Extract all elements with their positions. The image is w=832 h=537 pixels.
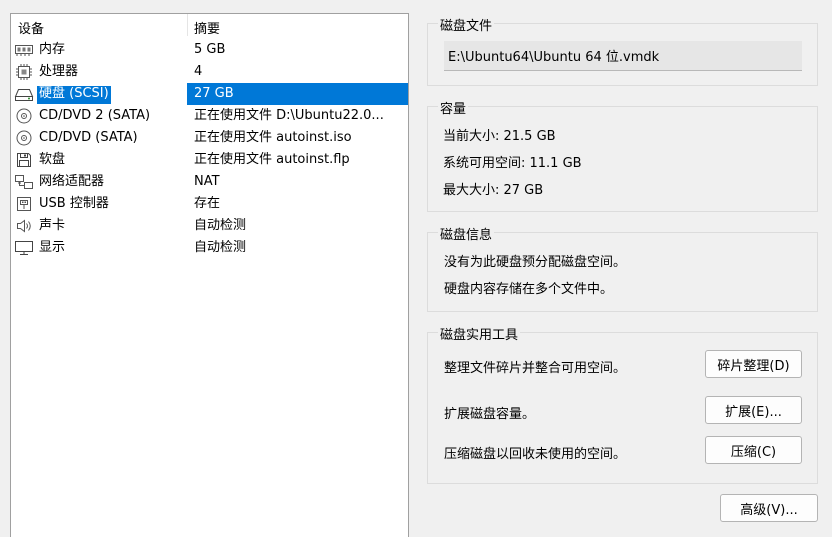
device-row-memory[interactable]: 内存 5 GB bbox=[11, 39, 408, 61]
disk-info-line-1: 没有为此硬盘预分配磁盘空间。 bbox=[444, 255, 627, 270]
cd-dvd-icon bbox=[14, 130, 34, 146]
device-name: 网络适配器 bbox=[39, 174, 105, 189]
disk-utilities-title: 磁盘实用工具 bbox=[438, 324, 521, 343]
device-summary: 5 GB bbox=[194, 42, 226, 57]
column-header-summary[interactable]: 摘要 bbox=[194, 18, 220, 37]
column-separator bbox=[187, 14, 188, 36]
device-list[interactable]: 设备 摘要 内存 5 GB 处理器 4 硬盘 (SCSI) 27 GB CD/D… bbox=[10, 13, 409, 537]
device-summary: 正在使用文件 autoinst.flp bbox=[194, 152, 350, 167]
device-name: 硬盘 (SCSI) bbox=[37, 86, 111, 104]
disk-file-group: 磁盘文件 E:\Ubuntu64\Ubuntu 64 位.vmdk bbox=[427, 15, 818, 86]
hard-disk-icon bbox=[14, 86, 34, 102]
device-name: CD/DVD (SATA) bbox=[39, 130, 138, 145]
floppy-icon bbox=[14, 152, 34, 168]
device-row-network-adapter[interactable]: 网络适配器 NAT bbox=[11, 171, 408, 193]
memory-icon bbox=[14, 42, 34, 58]
device-row-floppy[interactable]: 软盘 正在使用文件 autoinst.flp bbox=[11, 149, 408, 171]
device-row-hard-disk[interactable]: 硬盘 (SCSI) 27 GB bbox=[11, 83, 408, 105]
disk-utilities-group: 磁盘实用工具 整理文件碎片并整合可用空间。 碎片整理(D) 扩展磁盘容量。 扩展… bbox=[427, 324, 818, 484]
disk-file-path-field[interactable]: E:\Ubuntu64\Ubuntu 64 位.vmdk bbox=[444, 41, 802, 71]
capacity-title: 容量 bbox=[438, 98, 469, 117]
free-space-text: 系统可用空间: 11.1 GB bbox=[443, 156, 582, 171]
device-summary: 正在使用文件 autoinst.iso bbox=[194, 130, 352, 145]
expand-description: 扩展磁盘容量。 bbox=[444, 407, 536, 422]
device-name: 软盘 bbox=[39, 152, 66, 167]
device-name: 处理器 bbox=[39, 64, 79, 79]
device-summary: 自动检测 bbox=[194, 240, 247, 255]
monitor-icon bbox=[14, 240, 34, 256]
device-name: 内存 bbox=[39, 42, 66, 57]
compact-button[interactable]: 压缩(C) bbox=[705, 436, 802, 464]
current-size-text: 当前大小: 21.5 GB bbox=[443, 129, 556, 144]
defragment-button[interactable]: 碎片整理(D) bbox=[705, 350, 802, 378]
device-row-sound-card[interactable]: 声卡 自动检测 bbox=[11, 215, 408, 237]
device-name: 声卡 bbox=[39, 218, 66, 233]
device-summary: 自动检测 bbox=[194, 218, 247, 233]
max-size-text: 最大大小: 27 GB bbox=[443, 183, 544, 198]
device-summary: 4 bbox=[194, 64, 203, 79]
network-adapter-icon bbox=[14, 174, 34, 190]
capacity-group: 容量 当前大小: 21.5 GB 系统可用空间: 11.1 GB 最大大小: 2… bbox=[427, 98, 818, 212]
compact-description: 压缩磁盘以回收未使用的空间。 bbox=[444, 447, 627, 462]
column-header-device[interactable]: 设备 bbox=[18, 18, 44, 37]
processor-icon bbox=[14, 64, 34, 80]
disk-info-group: 磁盘信息 没有为此硬盘预分配磁盘空间。 硬盘内容存储在多个文件中。 bbox=[427, 224, 818, 312]
device-summary: NAT bbox=[194, 174, 220, 189]
device-list-header: 设备 摘要 bbox=[11, 14, 408, 37]
device-name: CD/DVD 2 (SATA) bbox=[39, 108, 151, 123]
vm-settings-hard-disk-page: 设备 摘要 内存 5 GB 处理器 4 硬盘 (SCSI) 27 GB CD/D… bbox=[0, 0, 832, 537]
device-row-usb-controller[interactable]: USB 控制器 存在 bbox=[11, 193, 408, 215]
defrag-description: 整理文件碎片并整合可用空间。 bbox=[444, 361, 627, 376]
usb-icon bbox=[14, 196, 34, 212]
device-summary: 正在使用文件 D:\Ubuntu22.0... bbox=[194, 108, 384, 123]
device-summary: 27 GB bbox=[194, 86, 234, 101]
disk-info-title: 磁盘信息 bbox=[438, 224, 495, 243]
device-name: USB 控制器 bbox=[39, 196, 109, 211]
disk-file-title: 磁盘文件 bbox=[438, 15, 495, 34]
device-row-cd-dvd-2[interactable]: CD/DVD 2 (SATA) 正在使用文件 D:\Ubuntu22.0... bbox=[11, 105, 408, 127]
device-row-cd-dvd[interactable]: CD/DVD (SATA) 正在使用文件 autoinst.iso bbox=[11, 127, 408, 149]
device-name: 显示 bbox=[39, 240, 66, 255]
cd-dvd-icon bbox=[14, 108, 34, 124]
device-row-processor[interactable]: 处理器 4 bbox=[11, 61, 408, 83]
expand-button[interactable]: 扩展(E)... bbox=[705, 396, 802, 424]
advanced-button[interactable]: 高级(V)... bbox=[720, 494, 818, 522]
speaker-icon bbox=[14, 218, 34, 234]
disk-info-line-2: 硬盘内容存储在多个文件中。 bbox=[444, 282, 614, 297]
device-row-display[interactable]: 显示 自动检测 bbox=[11, 237, 408, 259]
device-summary: 存在 bbox=[194, 196, 221, 211]
